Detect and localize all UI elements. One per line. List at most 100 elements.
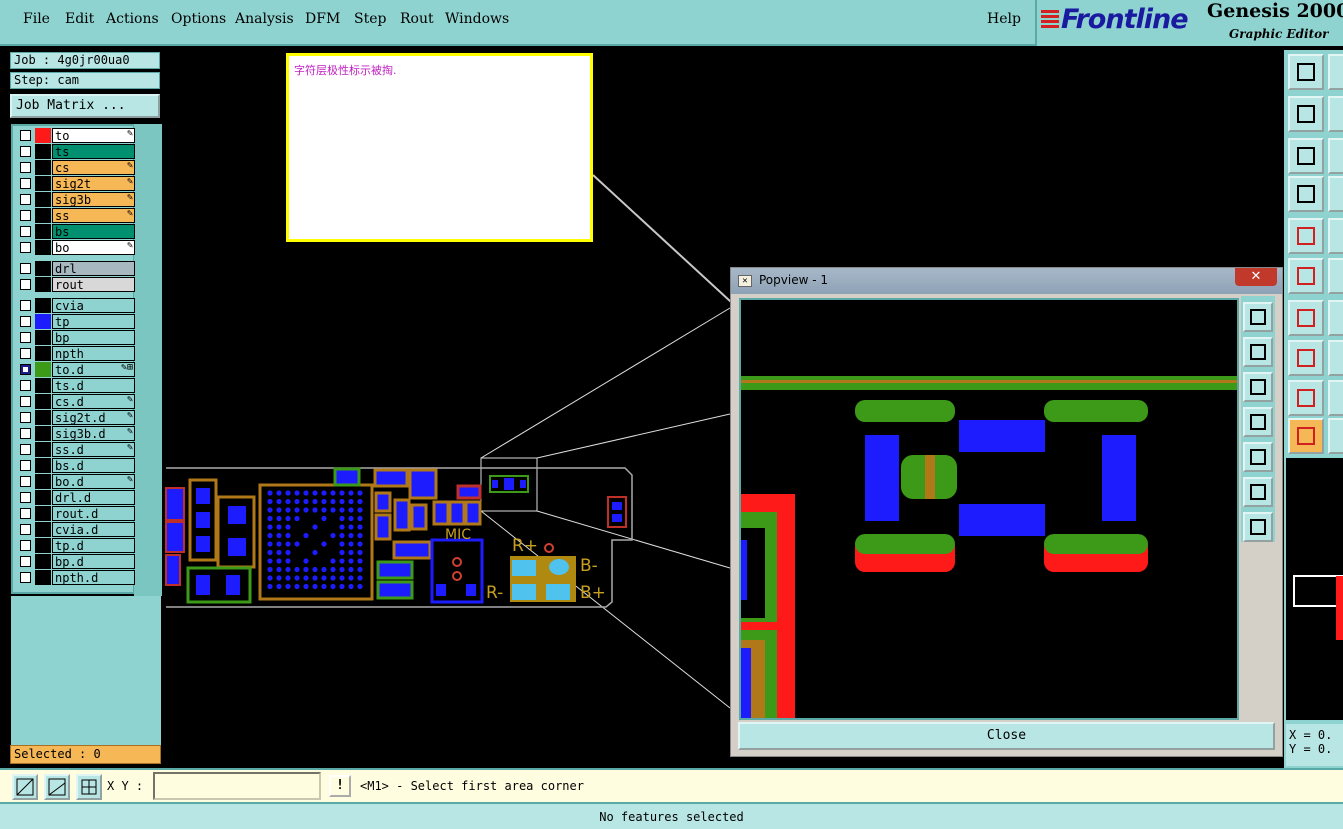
layer-name[interactable]: cs [52, 160, 135, 175]
layer-checkbox[interactable] [20, 524, 31, 535]
layer-name[interactable]: bs [52, 224, 135, 239]
menu-analysis[interactable]: Analysis [235, 11, 294, 27]
layer-row[interactable]: cs ✎ [17, 160, 135, 175]
menu-windows[interactable]: Windows [445, 11, 509, 27]
tool-icon[interactable] [1288, 418, 1324, 454]
layer-color-swatch[interactable] [35, 314, 51, 329]
popview-tool-icon[interactable] [1243, 442, 1273, 472]
menu-options[interactable]: Options [171, 11, 226, 27]
tool-icon[interactable] [1328, 176, 1343, 212]
layer-name[interactable]: sig2t.d [52, 410, 135, 425]
tool-icon[interactable] [1288, 176, 1324, 212]
layer-checkbox[interactable] [20, 572, 31, 583]
layer-color-swatch[interactable] [35, 442, 51, 457]
tool-icon[interactable] [1328, 418, 1343, 454]
layer-color-swatch[interactable] [35, 208, 51, 223]
tool-icon[interactable] [1288, 258, 1324, 294]
layer-row[interactable]: tp.d [17, 538, 135, 553]
tool-icon[interactable] [1328, 258, 1343, 294]
layer-row[interactable]: bo ✎ [17, 240, 135, 255]
layer-checkbox[interactable] [20, 396, 31, 407]
layer-color-swatch[interactable] [35, 410, 51, 425]
layer-name[interactable]: cvia [52, 298, 135, 313]
layer-row[interactable]: ts [17, 144, 135, 159]
layer-color-swatch[interactable] [35, 330, 51, 345]
layer-checkbox[interactable] [20, 279, 31, 290]
layer-row[interactable]: to.d ✎⊞ [17, 362, 135, 377]
menu-edit[interactable]: Edit [65, 11, 94, 27]
overview-canvas[interactable] [1286, 458, 1343, 720]
layer-color-swatch[interactable] [35, 538, 51, 553]
popview-tool-icon[interactable] [1243, 337, 1273, 367]
tool-icon[interactable] [1328, 380, 1343, 416]
popview-tool-icon[interactable] [1243, 372, 1273, 402]
execute-button[interactable]: ! [329, 775, 351, 797]
tool-icon[interactable] [1288, 218, 1324, 254]
tool-icon[interactable] [1288, 96, 1324, 132]
popview-close-x-button[interactable]: ✕ [1235, 268, 1277, 286]
menu-rout[interactable]: Rout [400, 11, 434, 27]
popview-canvas[interactable] [739, 298, 1239, 720]
layer-color-swatch[interactable] [35, 176, 51, 191]
menu-step[interactable]: Step [354, 11, 386, 27]
tool-icon[interactable] [1288, 54, 1324, 90]
layer-checkbox[interactable] [20, 444, 31, 455]
layer-checkbox[interactable] [20, 130, 31, 141]
layer-checkbox[interactable] [20, 476, 31, 487]
layer-checkbox[interactable] [20, 194, 31, 205]
layer-color-swatch[interactable] [35, 144, 51, 159]
popview-close-button[interactable]: Close [738, 722, 1275, 750]
layer-checkbox[interactable] [20, 332, 31, 343]
tool-icon[interactable] [1328, 54, 1343, 90]
layer-checkbox[interactable] [20, 364, 31, 375]
layer-row[interactable]: cs.d ✎ [17, 394, 135, 409]
layer-color-swatch[interactable] [35, 277, 51, 292]
layer-name[interactable]: bo.d [52, 474, 135, 489]
layer-checkbox[interactable] [20, 146, 31, 157]
job-matrix-button[interactable]: Job Matrix ... [10, 94, 160, 118]
layer-color-swatch[interactable] [35, 554, 51, 569]
layer-color-swatch[interactable] [35, 458, 51, 473]
layer-checkbox[interactable] [20, 492, 31, 503]
layer-row[interactable]: drl [17, 261, 135, 276]
layer-row[interactable]: npth [17, 346, 135, 361]
layer-name[interactable]: to [52, 128, 135, 143]
layer-name[interactable]: ss [52, 208, 135, 223]
layer-checkbox[interactable] [20, 300, 31, 311]
layer-row[interactable]: ts.d [17, 378, 135, 393]
layer-color-swatch[interactable] [35, 522, 51, 537]
layer-color-swatch[interactable] [35, 378, 51, 393]
layer-row[interactable]: bs [17, 224, 135, 239]
layer-row[interactable]: rout [17, 277, 135, 292]
layer-name[interactable]: cvia.d [52, 522, 135, 537]
layer-checkbox[interactable] [20, 508, 31, 519]
layer-checkbox[interactable] [20, 263, 31, 274]
layer-checkbox[interactable] [20, 348, 31, 359]
layer-checkbox[interactable] [20, 178, 31, 189]
popview-tool-icon[interactable] [1243, 512, 1273, 542]
layer-checkbox[interactable] [20, 162, 31, 173]
tool-icon[interactable] [1288, 300, 1324, 336]
layer-color-swatch[interactable] [35, 426, 51, 441]
layer-row[interactable]: sig3b.d ✎ [17, 426, 135, 441]
layer-row[interactable]: bs.d [17, 458, 135, 473]
menu-actions[interactable]: Actions [106, 11, 159, 27]
layer-color-swatch[interactable] [35, 490, 51, 505]
layer-name[interactable]: bo [52, 240, 135, 255]
popview-titlebar[interactable]: ✕ Popview - 1 [731, 268, 1282, 294]
layer-color-swatch[interactable] [35, 394, 51, 409]
layer-color-swatch[interactable] [35, 570, 51, 585]
menu-dfm[interactable]: DFM [305, 11, 340, 27]
layer-name[interactable]: bs.d [52, 458, 135, 473]
layer-list-scrollbar[interactable] [134, 124, 162, 596]
layer-checkbox[interactable] [20, 412, 31, 423]
layer-row[interactable]: cvia [17, 298, 135, 313]
layer-row[interactable]: rout.d [17, 506, 135, 521]
layer-row[interactable]: npth.d [17, 570, 135, 585]
layer-row[interactable]: sig2t ✎ [17, 176, 135, 191]
layer-color-swatch[interactable] [35, 192, 51, 207]
tool-icon[interactable] [1288, 138, 1324, 174]
layer-row[interactable]: drl.d [17, 490, 135, 505]
layer-name[interactable]: rout [52, 277, 135, 292]
layer-row[interactable]: cvia.d [17, 522, 135, 537]
